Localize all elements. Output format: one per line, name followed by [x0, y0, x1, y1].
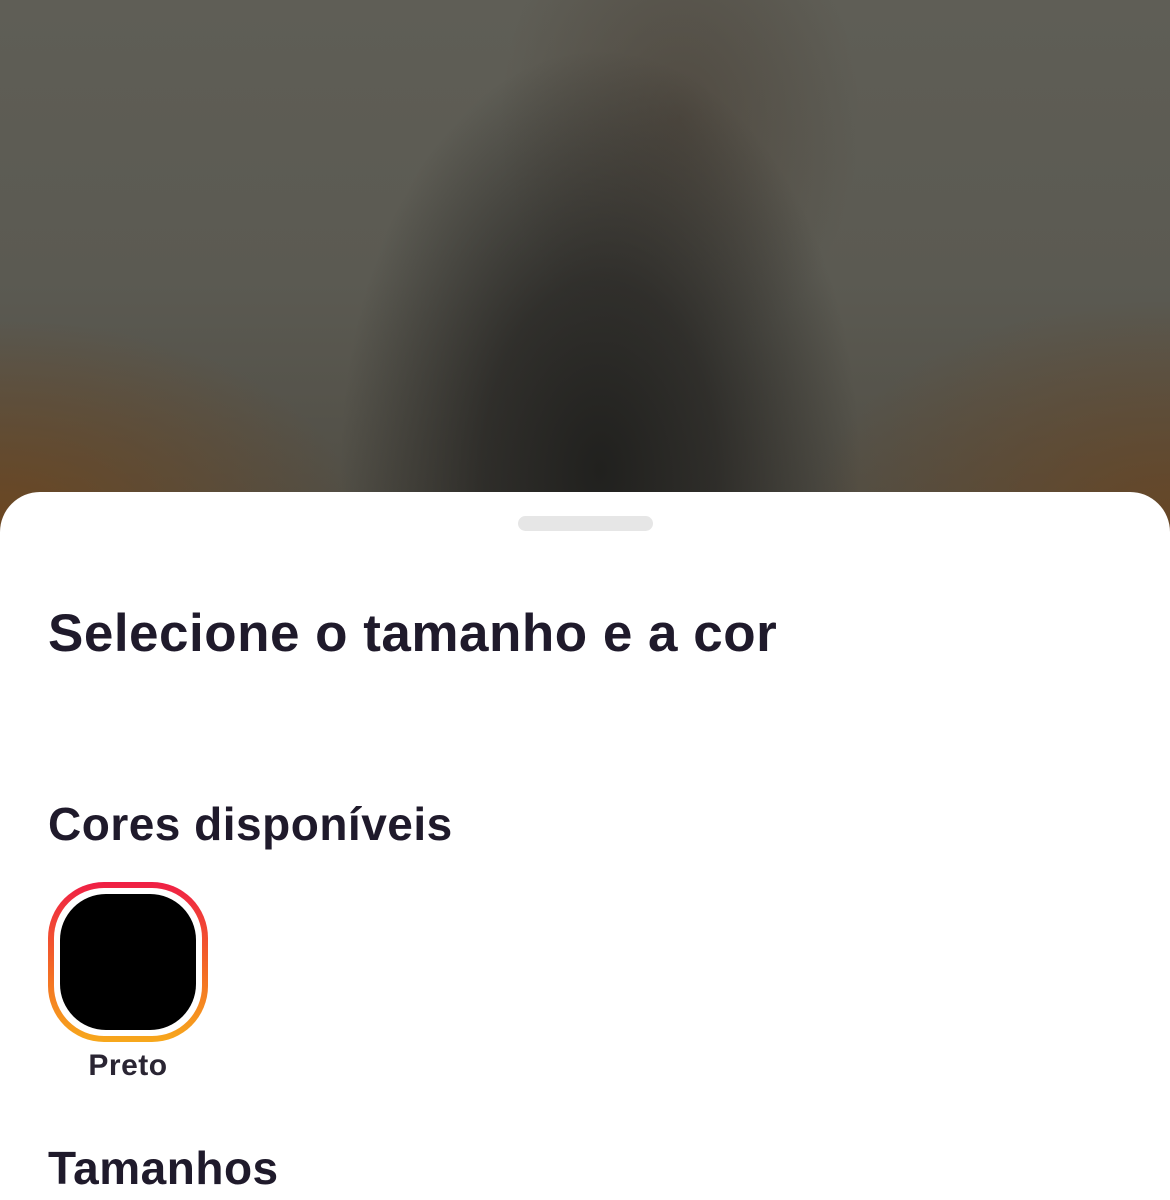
bottom-sheet: Selecione o tamanho e a cor Cores dispon…: [0, 492, 1170, 1200]
color-swatch-label: Preto: [88, 1049, 168, 1082]
swatch-selection-gap: [54, 888, 202, 1036]
sheet-drag-handle[interactable]: [518, 516, 653, 531]
color-swatch-preto[interactable]: [48, 882, 208, 1042]
colors-section-title: Cores disponíveis: [48, 798, 453, 850]
sizes-section-title: Tamanhos: [48, 1142, 279, 1194]
sheet-title: Selecione o tamanho e a cor: [48, 604, 778, 663]
swatch-color-fill: [60, 894, 196, 1030]
product-image-backdrop[interactable]: [0, 0, 1170, 560]
product-options-screen: Selecione o tamanho e a cor Cores dispon…: [0, 0, 1170, 1200]
